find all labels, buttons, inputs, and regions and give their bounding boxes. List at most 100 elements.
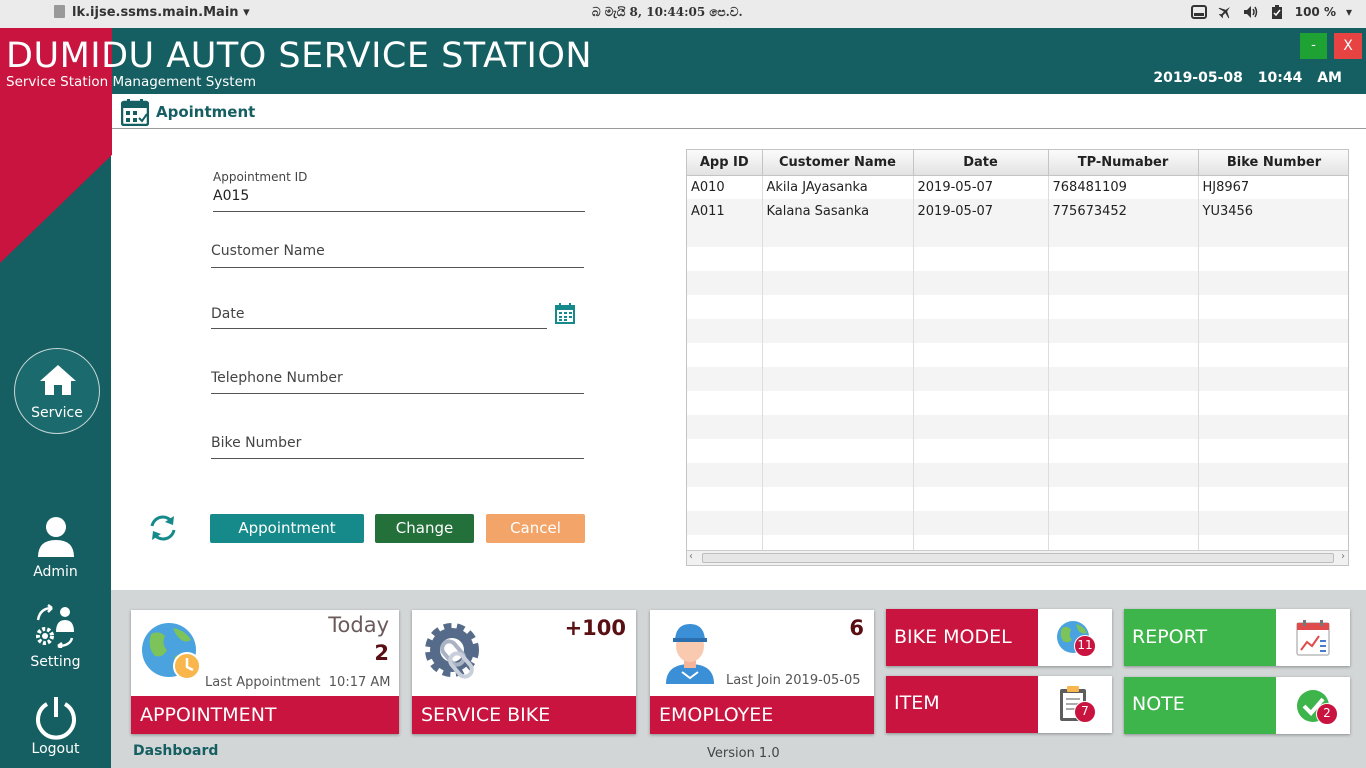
- header-datetime: 2019-05-08 10:44 AM: [1153, 70, 1342, 86]
- employee-card-label: EMOPLOYEE: [650, 696, 874, 734]
- app-header: DUMIDU AUTO SERVICE STATION Service Stat…: [0, 28, 1366, 94]
- scroll-right-icon[interactable]: ›: [1341, 551, 1345, 562]
- refresh-icon[interactable]: [148, 514, 178, 542]
- customer-name-field[interactable]: Customer Name: [211, 242, 584, 268]
- table-row-empty[interactable]: [687, 367, 1348, 391]
- bike-model-icon-area: 11: [1038, 609, 1112, 666]
- close-button[interactable]: X: [1334, 33, 1362, 59]
- table-cell-empty: [687, 463, 763, 487]
- globe-clock-icon: [142, 623, 201, 680]
- table-cell-empty: [687, 439, 763, 463]
- table-cell-empty: [913, 223, 1049, 247]
- table-cell-empty: [687, 247, 763, 271]
- appointments-table[interactable]: App ID Customer Name Date TP-Numaber Bik…: [686, 149, 1349, 566]
- table-row-empty[interactable]: [687, 463, 1348, 487]
- table-row[interactable]: A010 Akila JAyasanka 2019-05-07 76848110…: [687, 175, 1348, 199]
- table-row-empty[interactable]: [687, 415, 1348, 439]
- item-icon-area: 7: [1038, 676, 1112, 733]
- table-row-empty[interactable]: [687, 271, 1348, 295]
- sidebar-item-logout[interactable]: Logout: [0, 695, 111, 757]
- column-header[interactable]: Customer Name: [762, 150, 914, 176]
- scrollbar-thumb[interactable]: [702, 553, 1334, 563]
- appointment-id-field[interactable]: Appointment ID A015: [213, 168, 585, 212]
- service-bike-card[interactable]: +100 SERVICE BIKE: [412, 610, 636, 734]
- bike-number-field[interactable]: Bike Number: [211, 433, 584, 459]
- date-picker-icon[interactable]: [555, 303, 575, 324]
- table-header-row: App ID Customer Name Date TP-Numaber Bik…: [687, 150, 1348, 176]
- minimize-button[interactable]: -: [1300, 33, 1327, 59]
- scroll-left-icon[interactable]: ‹: [689, 551, 693, 562]
- telephone-number-field[interactable]: Telephone Number: [211, 368, 584, 394]
- table-cell-empty: [1198, 415, 1348, 439]
- bike-model-badge: 11: [1074, 635, 1096, 657]
- table-row-empty[interactable]: [687, 511, 1348, 535]
- column-header[interactable]: Date: [913, 150, 1049, 176]
- table-cell-empty: [913, 295, 1049, 319]
- report-tile[interactable]: REPORT: [1124, 609, 1350, 666]
- table-row-empty[interactable]: [687, 487, 1348, 511]
- app-name: lk.ijse.ssms.main.Main: [72, 5, 239, 20]
- note-tile[interactable]: NOTE 2: [1124, 677, 1350, 734]
- table-cell-empty: [762, 415, 914, 439]
- last-join: Last Join 2019-05-05: [726, 673, 861, 688]
- appointment-card[interactable]: Today 2 Last Appointment 10:17 AM APPOIN…: [131, 610, 399, 734]
- horizontal-scrollbar[interactable]: ‹ ›: [687, 550, 1348, 565]
- change-button[interactable]: Change: [375, 514, 474, 543]
- sidebar-item-setting[interactable]: Setting: [0, 604, 111, 670]
- system-clock[interactable]: බ මැයි 8, 10:44:05 පෙ.ව.: [592, 5, 743, 20]
- panel-title: Apointment: [156, 103, 256, 121]
- sidebar-item-service[interactable]: Service: [14, 348, 100, 434]
- column-header[interactable]: TP-Numaber: [1048, 150, 1199, 176]
- table-cell-empty: [687, 343, 763, 367]
- battery-icon[interactable]: [1269, 5, 1285, 19]
- table-cell-empty: [1048, 391, 1199, 415]
- table-row-empty[interactable]: [687, 343, 1348, 367]
- table-cell-empty: [687, 295, 763, 319]
- settings-user-icon: [35, 604, 74, 650]
- table-cell-empty: [762, 247, 914, 271]
- table-cell-empty: [1048, 223, 1199, 247]
- table-row-empty[interactable]: [687, 223, 1348, 247]
- table-row-empty[interactable]: [687, 439, 1348, 463]
- airplane-icon[interactable]: [1217, 5, 1233, 19]
- table-cell-empty: [762, 367, 914, 391]
- column-header[interactable]: Bike Number: [1198, 150, 1348, 176]
- customer-name-label: Customer Name: [211, 243, 325, 259]
- table-row-empty[interactable]: [687, 391, 1348, 415]
- table-cell-empty: [1198, 247, 1348, 271]
- chevron-down-icon: ▾: [1345, 5, 1352, 19]
- calendar-icon: [121, 99, 149, 126]
- dashboard-link[interactable]: Dashboard: [133, 743, 218, 759]
- table-row[interactable]: A011 Kalana Sasanka 2019-05-07 775673452…: [687, 199, 1348, 223]
- date-field[interactable]: Date: [211, 305, 547, 329]
- sidebar-item-admin[interactable]: Admin: [0, 516, 111, 580]
- table-cell-empty: [762, 223, 914, 247]
- table-row-empty[interactable]: [687, 247, 1348, 271]
- employee-count: 6: [849, 616, 864, 640]
- window-icon[interactable]: [1190, 5, 1207, 19]
- table-row-empty[interactable]: [687, 295, 1348, 319]
- table-cell: 768481109: [1048, 175, 1199, 199]
- last-join-label: Last Join: [726, 673, 781, 688]
- table-cell-empty: [1048, 247, 1199, 271]
- app-menu[interactable]: lk.ijse.ssms.main.Main ▾: [54, 5, 250, 20]
- header-date: 2019-05-08: [1153, 70, 1243, 86]
- cancel-button[interactable]: Cancel: [486, 514, 585, 543]
- column-header[interactable]: App ID: [687, 150, 763, 176]
- table-row-empty[interactable]: [687, 319, 1348, 343]
- home-icon: [40, 365, 76, 395]
- table-cell-empty: [913, 415, 1049, 439]
- system-tray[interactable]: 100 % ▾: [1190, 5, 1352, 19]
- appointment-button[interactable]: Appointment: [210, 514, 364, 543]
- volume-icon[interactable]: [1243, 5, 1259, 19]
- item-tile[interactable]: ITEM 7: [886, 676, 1112, 733]
- table-cell-empty: [762, 391, 914, 415]
- bike-model-tile[interactable]: BIKE MODEL 11: [886, 609, 1112, 666]
- table-cell-empty: [913, 367, 1049, 391]
- table-cell-empty: [913, 271, 1049, 295]
- table-cell: Akila JAyasanka: [762, 175, 914, 199]
- employee-card[interactable]: 6 Last Join 2019-05-05 EMOPLOYEE: [650, 610, 874, 734]
- table-cell-empty: [687, 367, 763, 391]
- table-cell-empty: [913, 343, 1049, 367]
- battery-percent: 100 %: [1294, 5, 1336, 19]
